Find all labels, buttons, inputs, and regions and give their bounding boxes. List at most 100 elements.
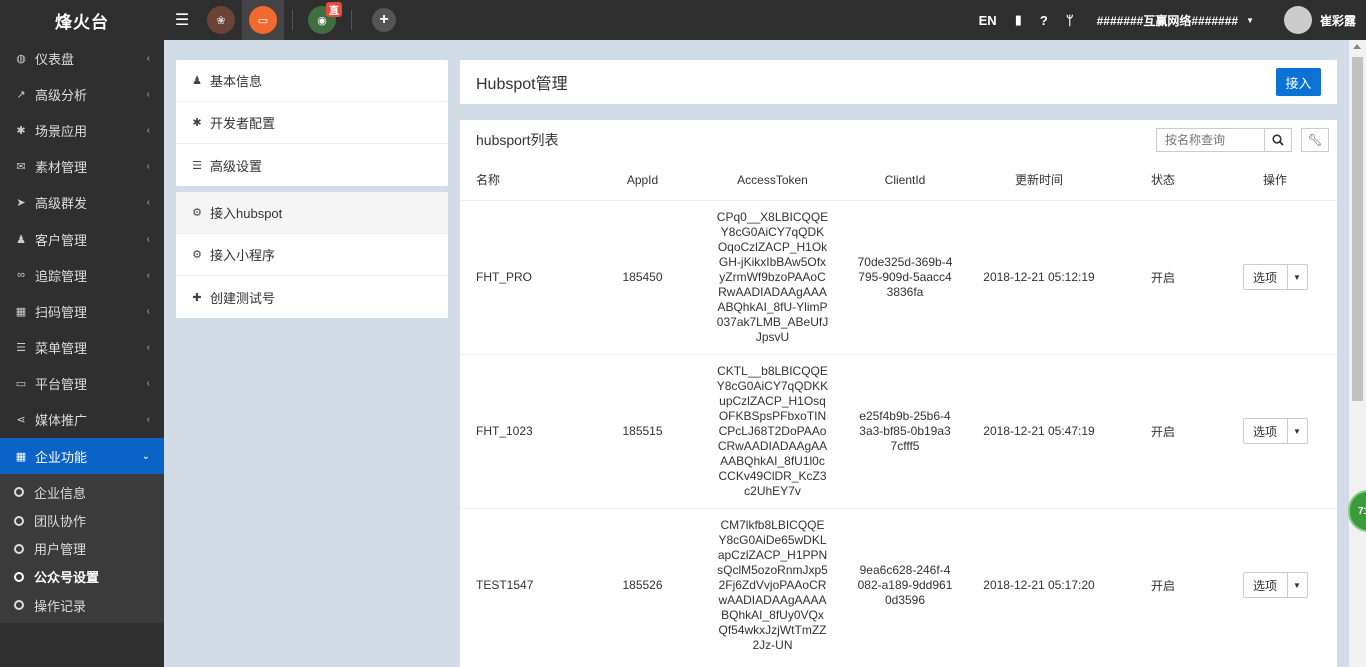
- user-icon: ♟: [16, 233, 26, 246]
- app-tile-1[interactable]: ❀: [200, 0, 242, 40]
- chevron-left-icon: ‹: [146, 52, 150, 64]
- sidebar-item-10[interactable]: ⋖ 媒体推广 ‹: [0, 402, 164, 438]
- connect-button[interactable]: 接入: [1276, 68, 1321, 96]
- options-dropdown[interactable]: 选项 ▼: [1242, 418, 1308, 444]
- settings-tool-button[interactable]: 🔧︎: [1301, 128, 1329, 152]
- settings-menu-basic: ♟ 基本信息 ✱ 开发者配置 ☰ 高级设置: [176, 60, 448, 186]
- user-avatar[interactable]: [1283, 6, 1312, 34]
- options-dropdown[interactable]: 选项 ▼: [1242, 572, 1308, 598]
- scroll-up-arrow-icon[interactable]: [1353, 44, 1361, 49]
- user-name[interactable]: 崔彩露: [1320, 12, 1356, 29]
- presentation-icon: ▭: [249, 6, 277, 34]
- app-avatar-icon: ❀: [207, 6, 235, 34]
- list-title: hubsport列表: [476, 132, 559, 148]
- add-app-button[interactable]: +: [372, 8, 396, 32]
- cell-updated: 2018-12-21 05:12:19: [965, 199, 1113, 354]
- sidebar-item-5[interactable]: ♟ 客户管理 ‹: [0, 221, 164, 257]
- sidebar-item-label: 菜单管理: [35, 341, 88, 357]
- chevron-left-icon: ‹: [146, 305, 150, 317]
- cell-updated: 2018-12-21 05:17:20: [965, 507, 1113, 662]
- table-row: FHT_1023 185515 CKTL__b8LBICQQEY8cG0AiCY7q…: [460, 353, 1337, 508]
- caret-down-icon[interactable]: ▼: [1288, 265, 1307, 289]
- divider: [292, 10, 293, 30]
- envelope-icon: ✉: [16, 161, 26, 174]
- search-input[interactable]: [1156, 128, 1264, 152]
- org-selector[interactable]: #######互赢网络####### ▼: [1083, 12, 1268, 29]
- sidebar-item-0[interactable]: ◍ 仪表盘 ‹: [0, 40, 164, 76]
- menu-item-label: 创建测试号: [210, 290, 276, 306]
- link-icon: ∞: [17, 269, 25, 282]
- sidebar-subitem-1[interactable]: 团队协作: [0, 506, 164, 534]
- sidebar-item-label: 追踪管理: [35, 268, 88, 284]
- sidebar-item-label: 素材管理: [35, 160, 88, 176]
- sidebar-subitem-label: 团队协作: [34, 514, 87, 530]
- sidebar-item-1[interactable]: ↗ 高级分析 ‹: [0, 76, 164, 112]
- top-bar-right: EN ▮ ? ᛘ #######互赢网络####### ▼ 崔彩露: [970, 0, 1366, 40]
- settings-menu-item[interactable]: ☰ 高级设置: [176, 144, 448, 186]
- cell-name: FHT_1023: [460, 353, 585, 508]
- options-button[interactable]: 选项: [1244, 265, 1288, 289]
- chevron-down-icon: ⌄: [141, 450, 150, 462]
- settings-menu-item[interactable]: ⚙ 接入小程序: [176, 234, 448, 276]
- client-id-text: 70de325d-369b-4795-909d-5aacc43836fa: [857, 254, 953, 299]
- sidebar-subitem-label: 操作记录: [34, 598, 87, 614]
- send-icon: ➤: [16, 197, 26, 210]
- chevron-left-icon: ‹: [146, 88, 150, 100]
- sidebar-item-3[interactable]: ✉ 素材管理 ‹: [0, 149, 164, 185]
- live-app-icon: ◉ 直: [308, 2, 342, 34]
- circle-icon: [14, 487, 24, 498]
- cell-access-token: CKTL__b8LBICQQEY8cG0AiCY7qQDKKupCzlZACP_…: [700, 353, 845, 508]
- caret-down-icon[interactable]: ▼: [1288, 573, 1307, 597]
- cell-actions: 选项 ▼: [1213, 353, 1337, 508]
- sidebar-item-11[interactable]: ▦ 企业功能 ⌄: [0, 438, 164, 475]
- sidebar-subitem-label: 公众号设置: [34, 570, 100, 586]
- page-scrollbar[interactable]: [1349, 40, 1366, 667]
- cell-appid: 185526: [585, 507, 700, 662]
- sidebar-item-8[interactable]: ☰ 菜单管理 ‹: [0, 330, 164, 366]
- sidebar-subitem-0[interactable]: 企业信息: [0, 478, 164, 506]
- sidebar-item-9[interactable]: ▭ 平台管理 ‹: [0, 366, 164, 402]
- share-icon: ⋖: [16, 414, 26, 427]
- col-updated: 更新时间: [1014, 173, 1063, 188]
- hamburger-menu-icon[interactable]: ☰: [164, 0, 200, 40]
- menu-item-label: 接入hubspot: [210, 206, 283, 221]
- sidebar-subitem-3[interactable]: 公众号设置: [0, 563, 164, 591]
- scroll-thumb[interactable]: [1352, 57, 1363, 401]
- settings-menu-item[interactable]: ✱ 开发者配置: [176, 102, 448, 144]
- search-button[interactable]: [1264, 128, 1292, 152]
- sidebar-item-label: 客户管理: [35, 232, 88, 248]
- book-icon[interactable]: ▮: [1006, 12, 1031, 28]
- language-switch[interactable]: EN: [970, 13, 1006, 28]
- sidebar-item-label: 平台管理: [35, 377, 88, 393]
- chevron-left-icon: ‹: [146, 161, 150, 173]
- help-icon[interactable]: ?: [1031, 13, 1057, 28]
- sidebar-subitem-4[interactable]: 操作记录: [0, 591, 164, 619]
- menu-item-icon: ♟: [192, 75, 202, 87]
- settings-menu-item[interactable]: ✚ 创建测试号: [176, 276, 448, 318]
- search-group: [1156, 128, 1292, 152]
- divider: [351, 10, 352, 30]
- wrench-icon: 🔧︎: [1307, 133, 1323, 147]
- top-bar: 烽火台 ☰ ❀ ▭ ◉ 直 + EN ▮ ? ᛘ #######互赢网络####…: [0, 0, 1366, 40]
- chevron-left-icon: ‹: [146, 124, 150, 136]
- sidebar-item-7[interactable]: ▦ 扫码管理 ‹: [0, 293, 164, 329]
- col-status: 状态: [1150, 173, 1175, 188]
- sidebar-subitem-2[interactable]: 用户管理: [0, 535, 164, 563]
- branch-icon[interactable]: ᛘ: [1057, 13, 1083, 28]
- options-dropdown[interactable]: 选项 ▼: [1242, 264, 1308, 290]
- app-tile-3[interactable]: ◉ 直: [301, 0, 343, 40]
- sidebar-item-4[interactable]: ➤ 高级群发 ‹: [0, 185, 164, 221]
- sidebar-item-label: 企业功能: [35, 449, 88, 465]
- brand-logo[interactable]: 烽火台: [0, 0, 164, 40]
- chevron-left-icon: ‹: [146, 342, 150, 354]
- token-text: CKTL__b8LBICQQEY8cG0AiCY7qQDKKupCzlZACP_…: [716, 363, 829, 498]
- sidebar-item-6[interactable]: ∞ 追踪管理 ‹: [0, 257, 164, 293]
- caret-down-icon[interactable]: ▼: [1288, 419, 1307, 443]
- options-button[interactable]: 选项: [1244, 419, 1288, 443]
- sidebar-item-2[interactable]: ✱ 场景应用 ‹: [0, 112, 164, 148]
- app-tile-2[interactable]: ▭: [242, 0, 284, 40]
- settings-menu-item[interactable]: ♟ 基本信息: [176, 60, 448, 102]
- options-button[interactable]: 选项: [1244, 573, 1288, 597]
- settings-menu-item[interactable]: ⚙ 接入hubspot: [176, 192, 448, 234]
- cell-actions: 选项 ▼: [1213, 199, 1337, 354]
